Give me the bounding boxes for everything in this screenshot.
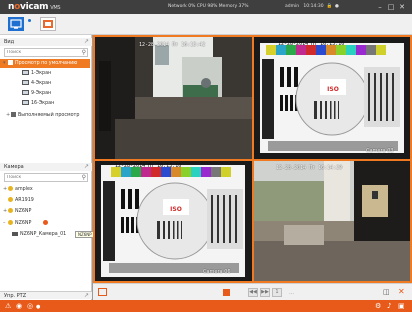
video-tile-2[interactable]: ISO 12-28-2014 Пт 16:13:16 Camera 03	[254, 37, 410, 159]
recording-icon[interactable]: ◎	[27, 302, 33, 310]
screen-layout-icon	[22, 70, 29, 75]
playback-button[interactable]	[40, 17, 56, 31]
tree-item-camera-group[interactable]: – NZ6NP	[0, 219, 49, 228]
camera-icon	[8, 186, 13, 191]
user-name: admin	[285, 4, 300, 9]
camera-feed-image	[254, 161, 410, 281]
cameras-search-box[interactable]: ⚲	[4, 173, 88, 182]
maximize-button[interactable]: □	[387, 3, 395, 11]
video-grid: 12-28-2014 Пт 16:13:42 ISO 12-28-2014 Пт…	[93, 35, 412, 283]
tree-item-4-screen[interactable]: 4-Экран	[0, 79, 51, 88]
views-section-header[interactable]: Вид ↗	[0, 38, 92, 46]
tooltip: NZ6NP	[75, 231, 95, 238]
ptz-section-header[interactable]: Упр. PTZ ↗	[0, 291, 92, 299]
video-tile-1[interactable]: 12-28-2014 Пт 16:13:42	[95, 37, 252, 159]
user-clock-area: admin 10:14:30 🔒 ●	[285, 4, 339, 9]
warning-icon[interactable]: ⚠	[5, 302, 11, 310]
system-usage-text: Network 0% CPU 98% Memory 37%	[168, 4, 249, 9]
search-icon[interactable]: ⚲	[82, 174, 86, 181]
page-indicator-icon: …	[289, 290, 294, 296]
video-tile-3[interactable]: ISO 12-28-2014 Пт 16:13:16 Camera 06	[95, 161, 252, 281]
views-search-box[interactable]: ⚲	[4, 48, 88, 57]
lock-icon[interactable]: 🔒	[327, 4, 333, 9]
cameras-search-input[interactable]	[5, 174, 79, 181]
video-timestamp: 12-28-2014 Пт 16:13:42	[139, 42, 206, 48]
minimize-button[interactable]: –	[376, 3, 384, 11]
folder-icon	[8, 60, 13, 65]
record-status-icon	[43, 220, 49, 225]
cameras-section-header[interactable]: Камера ↗	[0, 163, 92, 171]
video-timestamp: 12-28-2014 Пт 16:13:16	[278, 41, 345, 47]
pin-icon[interactable]: ↗	[84, 292, 89, 299]
playback-icon	[43, 20, 53, 28]
views-search-input[interactable]	[5, 49, 79, 56]
tree-item-camera[interactable]: AR1919	[0, 196, 34, 205]
alarm-icon[interactable]: ◉	[16, 302, 22, 310]
screen-layout-icon	[22, 80, 29, 85]
live-view-button[interactable]	[8, 17, 24, 31]
pin-icon[interactable]: ↗	[84, 163, 89, 170]
stop-all-button[interactable]	[223, 289, 230, 296]
pin-icon[interactable]: ↗	[84, 38, 89, 45]
sound-icon[interactable]: ♪	[387, 302, 391, 310]
user-icon[interactable]: ●	[335, 4, 339, 9]
settings-icon[interactable]: ⚙	[375, 302, 381, 310]
title-bar: novicam VMS Network 0% CPU 98% Memory 37%…	[0, 0, 412, 14]
app-logo: novicam VMS	[8, 2, 61, 12]
event-icon[interactable]: ●	[36, 303, 40, 311]
indicator-dot	[28, 19, 31, 22]
screen-layout-icon	[22, 90, 29, 95]
svg-text:ISO: ISO	[327, 86, 339, 93]
svg-text:ISO: ISO	[170, 206, 182, 213]
camera-channel-icon	[12, 231, 18, 236]
video-control-bar: ◀◀ ▶▶ 1 … ◫ ✕	[93, 283, 412, 300]
fullscreen-icon[interactable]: ▣	[398, 302, 405, 310]
camera-feed-image: ISO	[95, 161, 252, 281]
screen-layout-icon	[22, 100, 29, 105]
camera-name-label: Camera 03	[366, 148, 394, 154]
status-bar: ⚠ ◉ ◎ ● ⚙ ♪ ▣	[0, 300, 412, 312]
clock: 10:14:30	[303, 4, 324, 9]
video-timestamp: 12-28-2014 Пт 16:13:16	[115, 163, 182, 169]
tree-item-1-screen[interactable]: 1-Экран	[0, 69, 51, 78]
page-number-icon[interactable]: 1	[272, 288, 282, 297]
next-page-icon[interactable]: ▶▶	[260, 288, 270, 297]
tree-item-camera-group[interactable]: + NZ6NP	[0, 207, 31, 216]
tree-item-16-screen[interactable]: 16-Экран	[0, 99, 54, 108]
layout-switch-icon[interactable]	[98, 288, 107, 296]
camera-feed-image	[95, 37, 252, 159]
camera-icon	[8, 220, 13, 225]
close-all-icon[interactable]: ✕	[398, 287, 405, 296]
main-toolbar	[0, 14, 412, 35]
tree-item-default-view[interactable]: ▾ Просмотр по умолчанию	[0, 59, 90, 68]
video-tile-4[interactable]: 12-28-2014 Пт 16:14:29	[254, 161, 410, 281]
tree-item-9-screen[interactable]: 9-Экран	[0, 89, 51, 98]
search-icon[interactable]: ⚲	[82, 49, 86, 56]
close-button[interactable]: ✕	[398, 3, 406, 11]
tree-item-running-view[interactable]: + Выполняемый просмотр	[0, 111, 79, 120]
camera-feed-image: ISO	[254, 37, 410, 159]
camera-name-label: Camera 06	[203, 269, 231, 275]
tree-item-camera-channel[interactable]: NZ6NP_Камера_01	[0, 230, 66, 239]
camera-icon	[8, 208, 13, 213]
prev-page-icon[interactable]: ◀◀	[248, 288, 258, 297]
monitor-icon	[10, 19, 22, 29]
video-timestamp: 12-28-2014 Пт 16:14:29	[276, 165, 343, 171]
camera-icon	[8, 197, 13, 202]
folder-icon	[11, 112, 16, 117]
sidebar: Вид↗ ⚲ ▾Просмотр по умолчанию 1-Экран 4-…	[0, 35, 92, 300]
capture-icon[interactable]: ◫	[383, 288, 390, 296]
tree-item-camera-group[interactable]: + amplex	[0, 185, 33, 194]
